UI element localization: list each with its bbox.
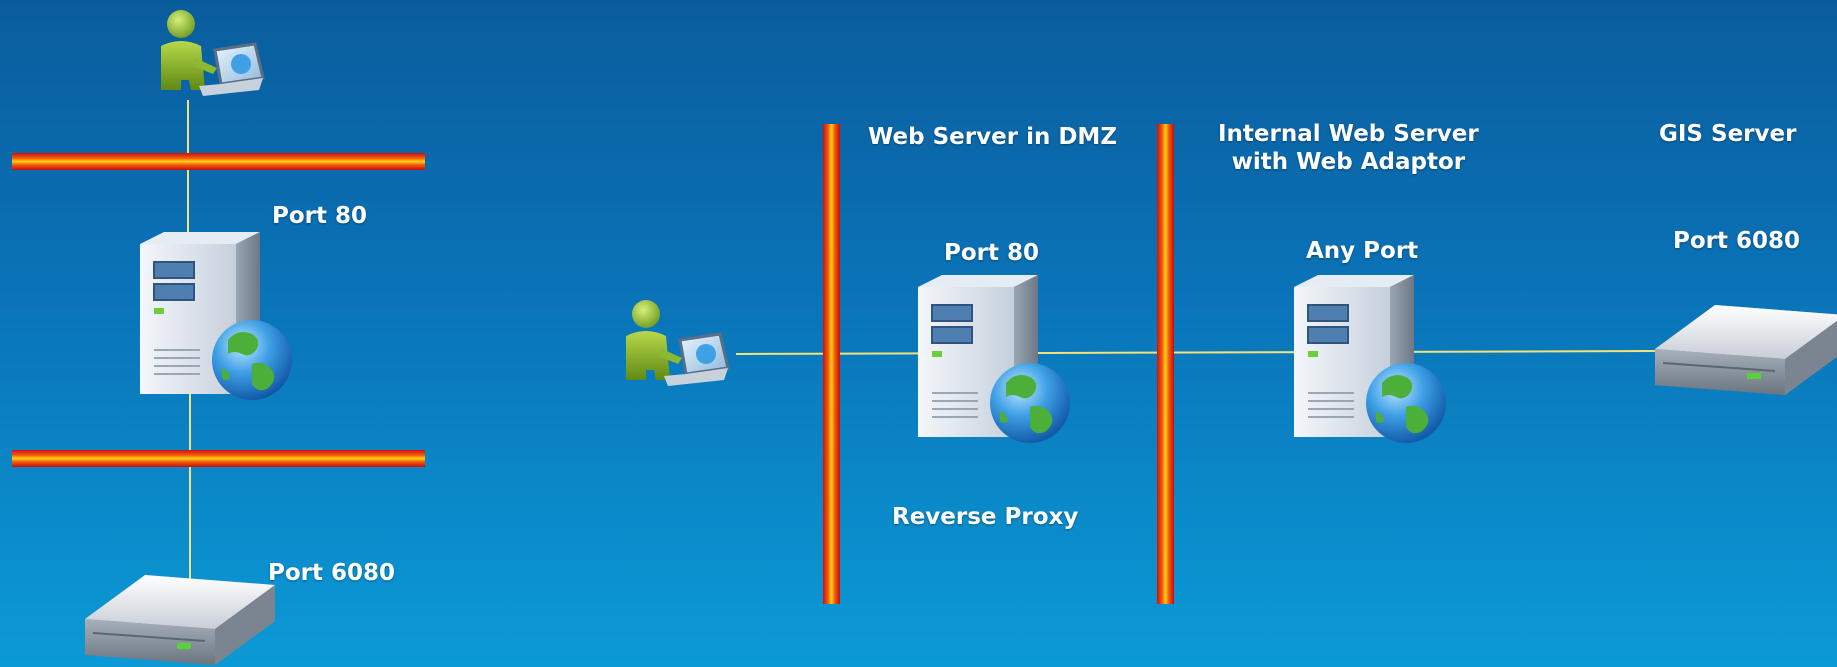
firewall-dmz-left — [823, 124, 840, 604]
web-adaptor-server-icon — [1293, 274, 1447, 444]
any-port-label: Any Port — [1306, 238, 1419, 264]
connector-user-to-gis — [735, 350, 1661, 355]
left-firewall-top — [12, 153, 425, 170]
left-port-80-label: Port 80 — [272, 203, 368, 229]
right-user-laptop-icon — [624, 298, 730, 388]
network-diagram: Port 80 Port 6080 Web Server in DMZ Port… — [0, 0, 1837, 667]
reverse-proxy-port-label: Port 80 — [944, 240, 1040, 266]
reverse-proxy-label: Reverse Proxy — [892, 504, 1079, 530]
gis-server-label: GIS Server — [1659, 121, 1797, 147]
left-port-6080-label: Port 6080 — [268, 560, 396, 586]
internal-web-server-line2: with Web Adaptor — [1231, 149, 1466, 175]
right-scenario — [624, 124, 1837, 604]
reverse-proxy-server-icon — [917, 274, 1071, 444]
left-web-server-icon — [139, 231, 293, 401]
web-server-dmz-label: Web Server in DMZ — [868, 124, 1117, 150]
right-port-6080-label: Port 6080 — [1673, 228, 1801, 254]
right-gis-server-icon — [1654, 304, 1837, 396]
left-gis-server-icon — [84, 574, 276, 666]
internal-web-server-label: Internal Web Server with Web Adaptor — [1218, 120, 1479, 176]
internal-web-server-line1: Internal Web Server — [1218, 121, 1479, 147]
left-firewall-bottom — [12, 450, 425, 467]
firewall-dmz-right — [1157, 124, 1174, 604]
left-user-laptop-icon — [159, 8, 265, 98]
